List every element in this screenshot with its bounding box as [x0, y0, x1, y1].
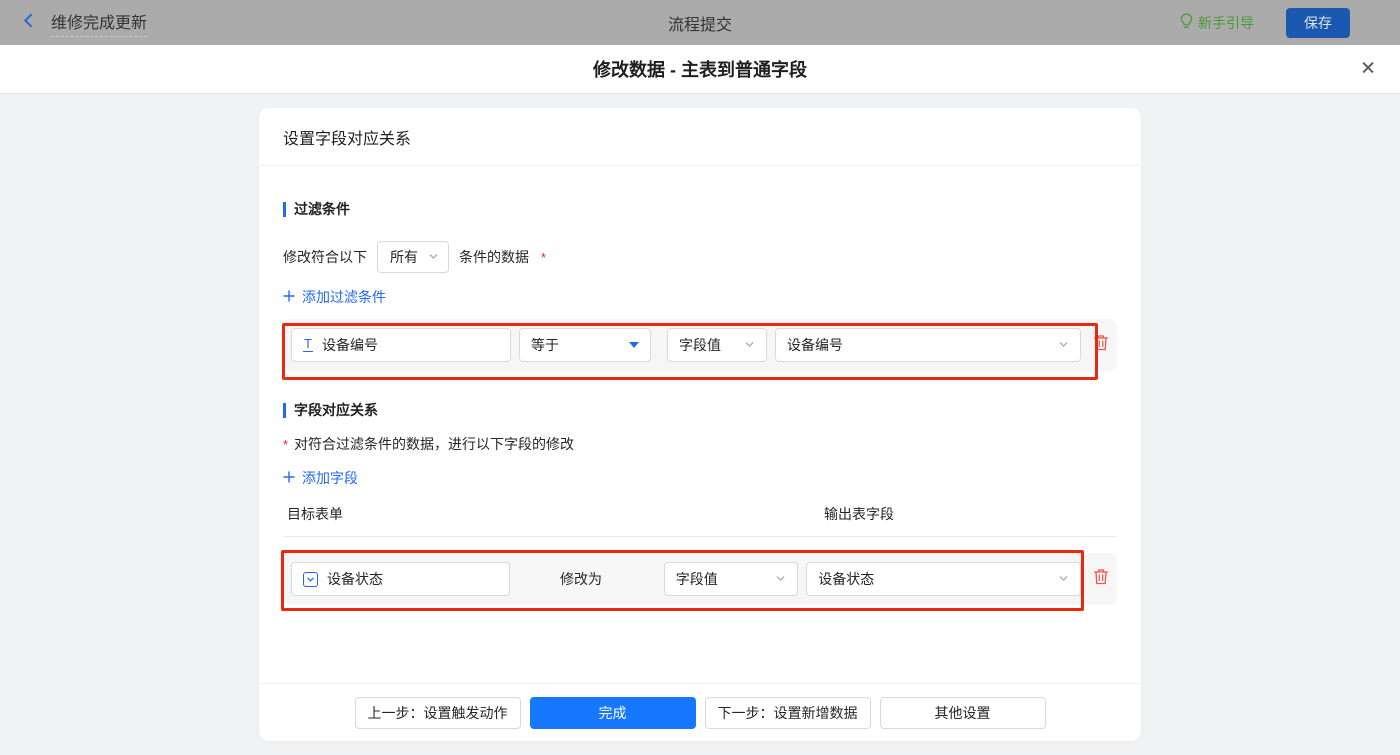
chevron-down-icon [1058, 571, 1069, 587]
add-filter-condition-label: 添加过滤条件 [302, 289, 386, 305]
done-button[interactable]: 完成 [529, 696, 696, 729]
other-settings-button[interactable]: 其他设置 [879, 696, 1046, 729]
settings-card: 设置字段对应关系 过滤条件 修改符合以下 所有 条件的数据 * 添加过滤条件 T… [259, 108, 1141, 741]
card-footer: 上一步：设置触发动作 完成 下一步：设置新增数据 其他设置 [259, 683, 1141, 741]
lightbulb-icon [1180, 12, 1193, 33]
required-asterisk: * [283, 437, 289, 452]
output-field-value: 设备状态 [818, 571, 875, 587]
previous-step-button[interactable]: 上一步：设置触发动作 [354, 696, 521, 729]
mapping-description: 对符合过滤条件的数据，进行以下字段的修改 [294, 436, 575, 452]
modal-title: 修改数据 - 主表到普通字段 [593, 60, 807, 80]
chevron-down-icon [744, 337, 755, 353]
field-mapping-row: 设备状态 修改为 字段值 设备状态 [281, 550, 1117, 611]
save-button[interactable]: 保存 [1286, 7, 1350, 38]
beginner-guide-label: 新手引导 [1198, 14, 1254, 31]
delete-mapping-button[interactable] [1093, 568, 1109, 590]
condition-prefix-label: 修改符合以下 [283, 249, 367, 265]
chevron-down-icon [428, 249, 439, 265]
value-type-value: 字段值 [679, 337, 721, 353]
mapping-section-title: 字段对应关系 [283, 403, 1117, 418]
filter-field-value: 设备编号 [321, 337, 378, 353]
plus-icon [283, 289, 295, 305]
column-header-target-form: 目标表单 [287, 506, 343, 522]
filter-condition-row: T 设备编号 等于 字段值 设备编号 [282, 319, 1117, 380]
operator-select[interactable]: 等于 [519, 328, 651, 362]
select-field-icon [303, 571, 318, 587]
output-field-select[interactable]: 设备状态 [806, 562, 1081, 596]
add-filter-condition-link[interactable]: 添加过滤条件 [283, 287, 386, 307]
trash-icon [1093, 334, 1109, 356]
add-field-label: 添加字段 [302, 470, 358, 486]
source-field-select[interactable]: 设备编号 [775, 328, 1081, 362]
beginner-guide-link[interactable]: 新手引导 [1180, 12, 1254, 33]
value-type-select[interactable]: 字段值 [663, 562, 799, 596]
chevron-left-icon [20, 12, 37, 34]
source-field-value: 设备编号 [787, 337, 843, 353]
trash-icon [1093, 568, 1109, 590]
text-field-icon: T [303, 336, 313, 352]
flow-title[interactable]: 维修完成更新 [51, 9, 148, 37]
filter-section-title: 过滤条件 [283, 202, 1117, 217]
required-asterisk: * [541, 249, 547, 265]
filter-field-input[interactable]: T 设备编号 [291, 328, 511, 362]
value-type-select[interactable]: 字段值 [667, 328, 767, 362]
caret-down-icon [629, 342, 639, 348]
column-header-output-field: 输出表字段 [824, 506, 894, 522]
condition-scope-select[interactable]: 所有 [377, 241, 449, 273]
delete-condition-button[interactable] [1093, 334, 1109, 356]
chevron-down-icon [775, 571, 786, 587]
value-type-value: 字段值 [675, 571, 718, 587]
plus-icon [283, 470, 295, 486]
condition-suffix-label: 条件的数据 [459, 249, 529, 265]
top-bar: 维修完成更新 流程提交 新手引导 保存 [0, 0, 1400, 45]
condition-scope-value: 所有 [390, 249, 418, 265]
card-title: 设置字段对应关系 [259, 108, 1141, 166]
operator-value: 等于 [531, 337, 559, 353]
close-icon[interactable]: ✕ [1360, 60, 1376, 79]
add-field-link[interactable]: 添加字段 [283, 468, 358, 488]
next-step-button[interactable]: 下一步：设置新增数据 [704, 696, 871, 729]
modal-header: 修改数据 - 主表到普通字段 ✕ [0, 45, 1400, 94]
back-button[interactable] [20, 12, 37, 34]
chevron-down-icon [1058, 337, 1069, 353]
modal-body: 设置字段对应关系 过滤条件 修改符合以下 所有 条件的数据 * 添加过滤条件 T… [0, 94, 1400, 755]
target-field-value: 设备状态 [327, 571, 383, 587]
modify-to-label: 修改为 [560, 571, 603, 587]
target-field-input[interactable]: 设备状态 [291, 562, 511, 596]
page-title: 流程提交 [667, 16, 733, 34]
